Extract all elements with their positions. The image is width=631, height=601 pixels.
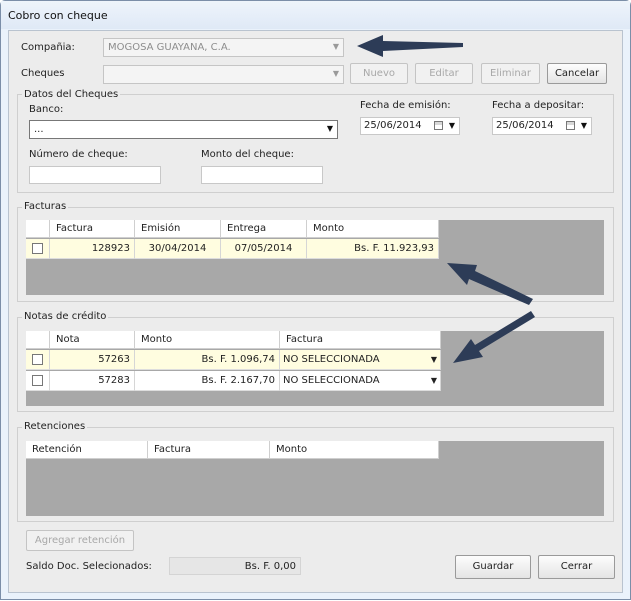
dialog-window: Cobro con cheque Compañia: MOGOSA GUAYAN… bbox=[0, 0, 631, 600]
annotation-arrows bbox=[357, 35, 535, 363]
annotation-arrow bbox=[447, 263, 533, 305]
annotation-arrow bbox=[453, 311, 535, 363]
annotation-arrow bbox=[357, 35, 463, 57]
